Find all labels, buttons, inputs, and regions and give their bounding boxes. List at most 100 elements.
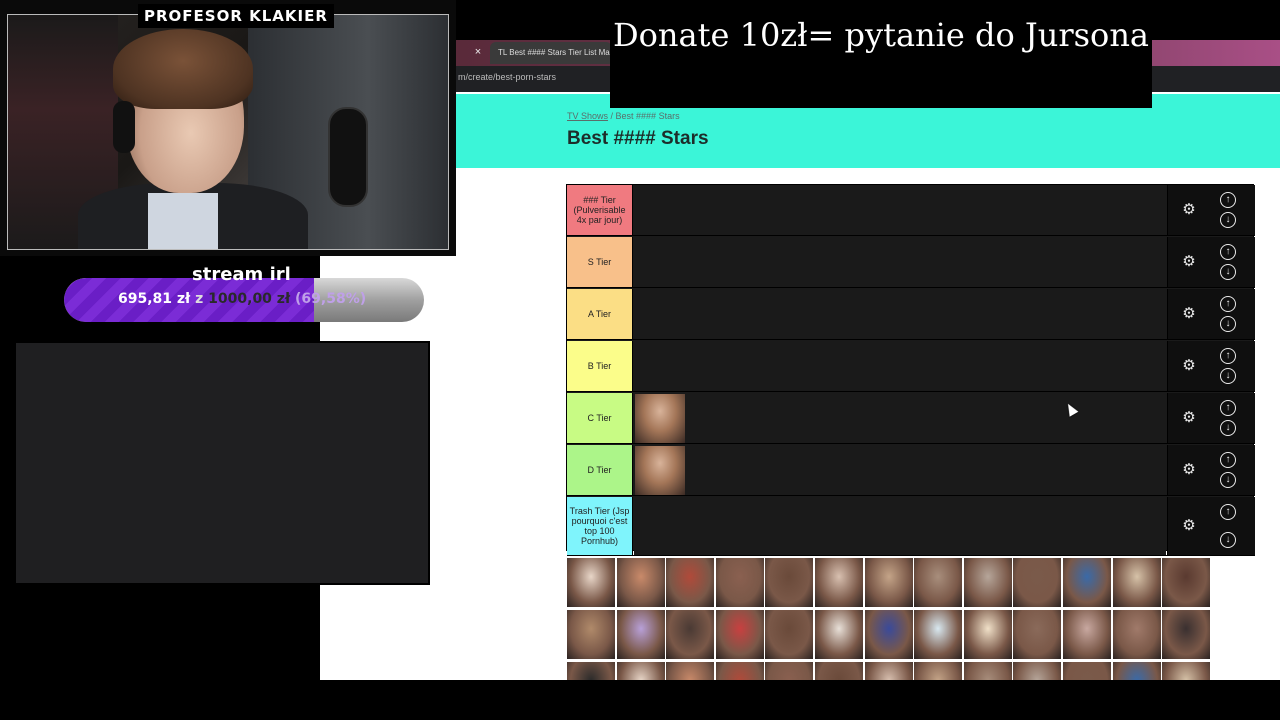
pool-item-thumbnail[interactable] — [666, 610, 715, 659]
tier-label[interactable]: B Tier — [567, 341, 633, 391]
move-down-icon[interactable]: ↓ — [1220, 212, 1236, 228]
gear-icon[interactable]: ⚙ — [1180, 201, 1198, 219]
move-up-icon[interactable]: ↑ — [1220, 452, 1236, 468]
pool-item-thumbnail[interactable] — [765, 662, 814, 680]
donation-progress-text: 695,81 zł z 1000,00 zł (69,58%) — [118, 291, 366, 307]
donate-banner-text: Donate 10zł= pytanie do Jursona — [613, 16, 1149, 54]
tier-row: A Tier ⚙ ↑ ↓ — [567, 289, 1255, 340]
pool-item-thumbnail[interactable] — [963, 558, 1012, 607]
pool-item-thumbnail[interactable] — [1162, 662, 1211, 680]
tier-item-thumbnail[interactable] — [635, 394, 685, 443]
pool-item-thumbnail[interactable] — [715, 610, 764, 659]
pool-item-thumbnail[interactable] — [864, 558, 913, 607]
pool-item-thumbnail[interactable] — [1063, 610, 1111, 659]
gear-icon[interactable]: ⚙ — [1180, 461, 1198, 479]
pool-item-thumbnail[interactable] — [1013, 662, 1062, 680]
move-down-icon[interactable]: ↓ — [1220, 316, 1236, 332]
tier-list: ### Tier (Pulverisable 4x par jour) ⚙ ↑ ↓ S … — [566, 184, 1255, 556]
move-down-icon[interactable]: ↓ — [1220, 368, 1236, 384]
pool-item-thumbnail[interactable] — [815, 610, 863, 659]
tier-drop-zone[interactable] — [634, 445, 1166, 495]
pool-item-thumbnail[interactable] — [715, 662, 764, 680]
move-up-icon[interactable]: ↑ — [1220, 192, 1236, 208]
microphone — [328, 107, 368, 207]
pool-item-thumbnail[interactable] — [815, 558, 863, 607]
tier-label[interactable]: S Tier — [567, 237, 633, 287]
move-up-icon[interactable]: ↑ — [1220, 296, 1236, 312]
browser-tab-active[interactable]: TL Best #### Stars Tier List Make — [490, 42, 612, 64]
move-up-icon[interactable]: ↑ — [1220, 348, 1236, 364]
move-up-icon[interactable]: ↑ — [1220, 244, 1236, 260]
tier-row: D Tier ⚙ ↑ ↓ — [567, 445, 1255, 496]
pool-item-thumbnail[interactable] — [765, 610, 814, 659]
breadcrumb-link-tv-shows[interactable]: TV Shows — [567, 111, 608, 121]
move-down-icon[interactable]: ↓ — [1220, 420, 1236, 436]
tier-controls: ⚙ ↑ ↓ — [1167, 289, 1255, 339]
pool-item-thumbnail[interactable] — [765, 558, 814, 607]
move-down-icon[interactable]: ↓ — [1220, 264, 1236, 280]
tier-drop-zone[interactable] — [634, 185, 1166, 235]
tier-label[interactable]: ### Tier (Pulverisable 4x par jour) — [567, 185, 633, 235]
tier-drop-zone[interactable] — [634, 341, 1166, 391]
gear-icon[interactable]: ⚙ — [1180, 517, 1198, 535]
pool-item-thumbnail[interactable] — [616, 662, 665, 680]
move-down-icon[interactable]: ↓ — [1220, 472, 1236, 488]
pool-item-thumbnail[interactable] — [1162, 610, 1211, 659]
tier-row: ### Tier (Pulverisable 4x par jour) ⚙ ↑ ↓ — [567, 185, 1255, 236]
tier-label[interactable]: D Tier — [567, 445, 633, 495]
move-up-icon[interactable]: ↑ — [1220, 504, 1236, 520]
pool-item-thumbnail[interactable] — [914, 662, 963, 680]
close-tab-icon[interactable]: × — [470, 44, 486, 60]
tier-controls: ⚙ ↑ ↓ — [1167, 341, 1255, 391]
pool-item-thumbnail[interactable] — [666, 558, 715, 607]
pool-item-thumbnail[interactable] — [963, 662, 1012, 680]
tier-drop-zone[interactable] — [634, 289, 1166, 339]
pool-item-thumbnail[interactable] — [914, 558, 963, 607]
pool-item-thumbnail[interactable] — [864, 610, 913, 659]
pool-item-thumbnail[interactable] — [1112, 610, 1161, 659]
pool-item-thumbnail[interactable] — [815, 662, 863, 680]
image-pool — [566, 558, 1212, 680]
gear-icon[interactable]: ⚙ — [1180, 305, 1198, 323]
pool-item-thumbnail[interactable] — [1112, 558, 1161, 607]
gear-icon[interactable]: ⚙ — [1180, 253, 1198, 271]
pool-item-thumbnail[interactable] — [567, 558, 615, 607]
page-title: Best #### Stars — [567, 128, 709, 149]
pool-item-thumbnail[interactable] — [1013, 610, 1062, 659]
pool-item-thumbnail[interactable] — [666, 662, 715, 680]
tier-item-thumbnail[interactable] — [635, 446, 685, 495]
tier-controls: ⚙ ↑ ↓ — [1167, 185, 1255, 235]
tier-drop-zone[interactable] — [634, 497, 1166, 555]
tier-controls: ⚙ ↑ ↓ — [1167, 237, 1255, 287]
pool-item-thumbnail[interactable] — [1063, 558, 1111, 607]
gear-icon[interactable]: ⚙ — [1180, 357, 1198, 375]
move-down-icon[interactable]: ↓ — [1220, 532, 1236, 548]
webcam-video — [7, 14, 449, 250]
tier-row: S Tier ⚙ ↑ ↓ — [567, 237, 1255, 288]
pool-item-thumbnail[interactable] — [616, 610, 665, 659]
pool-item-thumbnail[interactable] — [1063, 662, 1111, 680]
breadcrumb-current: Best #### Stars — [615, 111, 680, 121]
pool-item-thumbnail[interactable] — [616, 558, 665, 607]
tier-label[interactable]: Trash Tier (Jsp pourquoi c'est top 100 P… — [567, 497, 633, 555]
pool-item-thumbnail[interactable] — [1013, 558, 1062, 607]
pool-item-thumbnail[interactable] — [864, 662, 913, 680]
pool-item-thumbnail[interactable] — [715, 558, 764, 607]
streamer-shirt — [148, 193, 218, 249]
donation-current: 695,81 zł — [118, 291, 191, 307]
pool-item-thumbnail[interactable] — [1162, 558, 1211, 607]
pool-item-thumbnail[interactable] — [963, 610, 1012, 659]
tier-row: Trash Tier (Jsp pourquoi c'est top 100 P… — [567, 497, 1255, 556]
pool-item-thumbnail[interactable] — [914, 610, 963, 659]
move-up-icon[interactable]: ↑ — [1220, 400, 1236, 416]
pool-item-thumbnail[interactable] — [567, 610, 615, 659]
gear-icon[interactable]: ⚙ — [1180, 409, 1198, 427]
tier-label[interactable]: C Tier — [567, 393, 633, 443]
pool-item-thumbnail[interactable] — [1112, 662, 1161, 680]
tier-drop-zone[interactable] — [634, 393, 1166, 443]
tier-drop-zone[interactable] — [634, 237, 1166, 287]
pool-item-thumbnail[interactable] — [567, 662, 615, 680]
address-bar-url[interactable]: m/create/best-porn-stars — [458, 72, 556, 82]
chat-panel — [14, 341, 430, 585]
tier-label[interactable]: A Tier — [567, 289, 633, 339]
